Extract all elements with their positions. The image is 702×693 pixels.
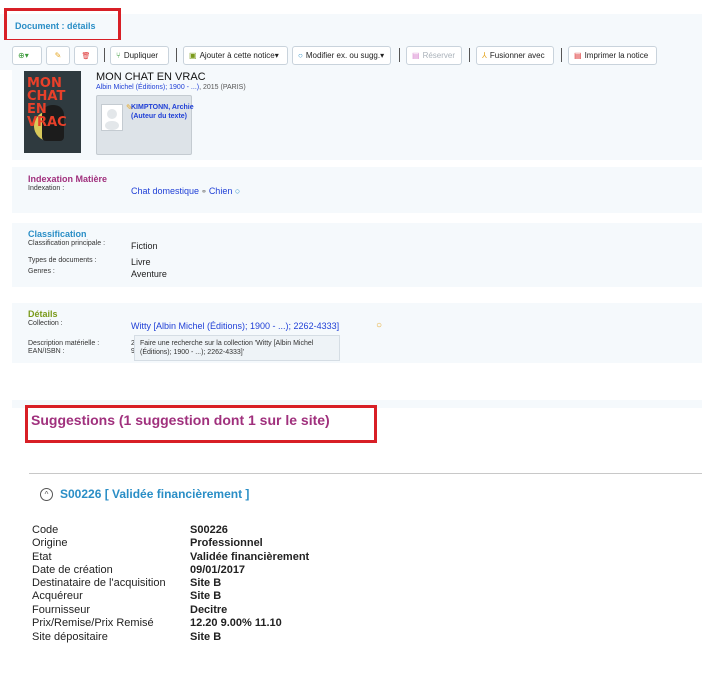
details-title: Détails xyxy=(28,309,58,319)
book-title: MON CHAT EN VRAC xyxy=(96,71,206,83)
subject-link-chien[interactable]: Chien xyxy=(209,186,233,196)
reserve-button[interactable]: ▤ Réserver xyxy=(406,46,462,65)
toolbar-separator xyxy=(176,48,177,62)
suggestion-field-value: Site B xyxy=(190,577,222,589)
merge-label: Fusionner avec xyxy=(489,51,545,60)
author-avatar xyxy=(101,104,123,131)
book-publisher: Albin Michel (Éditions); 1900 - ...), 20… xyxy=(96,84,246,91)
suggestion-field-label: Destinataire de l'acquisition xyxy=(32,577,166,589)
indexation-value: Chat domestique ⚭ Chien ○ xyxy=(131,186,240,196)
types-label: Types de documents : xyxy=(28,257,97,264)
suggestion-field-label: Fournisseur xyxy=(32,604,91,616)
cover-text: MON CHAT EN VRAC xyxy=(27,76,67,130)
print-label: Imprimer la notice xyxy=(584,51,649,60)
genres-value: Aventure xyxy=(131,269,167,279)
author-role: (Auteur du texte) xyxy=(131,113,187,120)
divider xyxy=(29,473,702,474)
highlight-box-suggestions xyxy=(25,405,377,443)
ean-label: EAN/ISBN : xyxy=(28,348,65,355)
add-button[interactable]: ⊕▾ xyxy=(12,46,42,65)
publisher-link[interactable]: Albin Michel (Éditions); 1900 - ...) xyxy=(96,84,199,91)
details-section xyxy=(12,303,702,363)
toolbar-separator xyxy=(399,48,400,62)
edit-button[interactable]: ✎ xyxy=(46,46,70,65)
genres-label: Genres : xyxy=(28,268,55,275)
suggestion-field-label: Code xyxy=(32,524,59,536)
append-button[interactable]: ▣ Ajouter à cette notice▾ xyxy=(183,46,288,65)
modify-copy-button[interactable]: ○ Modifier ex. ou sugg.▾ xyxy=(292,46,391,65)
search-icon[interactable]: ○ xyxy=(235,186,240,196)
suggestion-field-label: Origine xyxy=(32,537,68,549)
add-icon: ⊕▾ xyxy=(18,51,29,60)
print-button[interactable]: ▤ Imprimer la notice xyxy=(568,46,657,65)
duplicate-label: Dupliquer xyxy=(123,51,159,60)
author-link[interactable]: KIMPTONN, Archie (Auteur du texte) xyxy=(131,103,194,121)
avatar-placeholder-icon xyxy=(105,109,119,130)
delete-button[interactable]: 🗑 xyxy=(74,46,98,65)
suggestion-field-value: Decitre xyxy=(190,604,228,616)
classification-principale-label: Classification principale : xyxy=(28,240,106,247)
trash-icon: 🗑 xyxy=(81,52,91,60)
merge-button[interactable]: ⅄ Fusionner avec xyxy=(476,46,554,65)
toolbar-separator xyxy=(469,48,470,62)
collection-label: Collection : xyxy=(28,320,63,327)
subject-separator-icon: ⚭ xyxy=(199,189,209,196)
toolbar-separator xyxy=(561,48,562,62)
classification-principale-value: Fiction xyxy=(131,241,158,251)
indexation-title: Indexation Matière xyxy=(28,174,108,184)
author-name: KIMPTONN, Archie xyxy=(131,104,194,111)
modify-copy-label: Modifier ex. ou sugg.▾ xyxy=(305,51,385,60)
suggestion-field-label: Site dépositaire xyxy=(32,631,108,643)
subject-link-chat[interactable]: Chat domestique xyxy=(131,186,199,196)
suggestion-field-label: Prix/Remise/Prix Remisé xyxy=(32,617,154,629)
pencil-icon: ✎ xyxy=(54,51,62,60)
toolbar-separator xyxy=(104,48,105,62)
suggestion-field-label: Etat xyxy=(32,551,52,563)
suggestion-field-value: S00226 xyxy=(190,524,228,536)
indexation-section xyxy=(12,167,702,213)
duplicate-icon: ⑂ xyxy=(116,51,121,60)
collapse-toggle-icon[interactable]: ^ xyxy=(40,488,53,501)
suggestion-field-value: 12.20 9.00% 11.10 xyxy=(190,617,282,629)
merge-icon: ⅄ xyxy=(482,51,487,60)
search-icon: ○ xyxy=(298,51,303,60)
suggestion-field-value: Site B xyxy=(190,631,222,643)
suggestion-field-label: Date de création xyxy=(32,564,113,576)
append-label: Ajouter à cette notice▾ xyxy=(199,51,279,60)
print-icon: ▤ xyxy=(574,51,582,60)
suggestion-field-value: Site B xyxy=(190,590,222,602)
reserve-icon: ▤ xyxy=(412,51,420,60)
types-value: Livre xyxy=(131,257,151,267)
suggestion-heading[interactable]: S00226 [ Validée financièrement ] xyxy=(60,487,249,501)
suggestion-field-value: 09/01/2017 xyxy=(190,564,246,576)
tooltip-text: Faire une recherche sur la collection 'W… xyxy=(140,340,314,356)
search-icon[interactable]: ○ xyxy=(376,320,382,331)
indexation-label: Indexation : xyxy=(28,185,65,192)
classification-section xyxy=(12,223,702,287)
highlight-box-title xyxy=(4,8,121,42)
publisher-details: , 2015 (PARIS) xyxy=(199,84,246,91)
duplicate-button[interactable]: ⑂ Dupliquer xyxy=(110,46,169,65)
suggestion-field-value: Professionnel xyxy=(190,537,263,549)
append-icon: ▣ xyxy=(189,51,197,60)
collection-link[interactable]: Witty [Albin Michel (Éditions); 1900 - .… xyxy=(131,321,339,331)
suggestion-field-label: Acquéreur xyxy=(32,590,83,602)
book-cover-image[interactable]: MON CHAT EN VRAC xyxy=(24,71,81,153)
reserve-label: Réserver xyxy=(422,51,456,60)
suggestion-field-value: Validée financièrement xyxy=(190,551,310,563)
classification-title: Classification xyxy=(28,229,87,239)
description-label: Description matérielle : xyxy=(28,340,100,347)
